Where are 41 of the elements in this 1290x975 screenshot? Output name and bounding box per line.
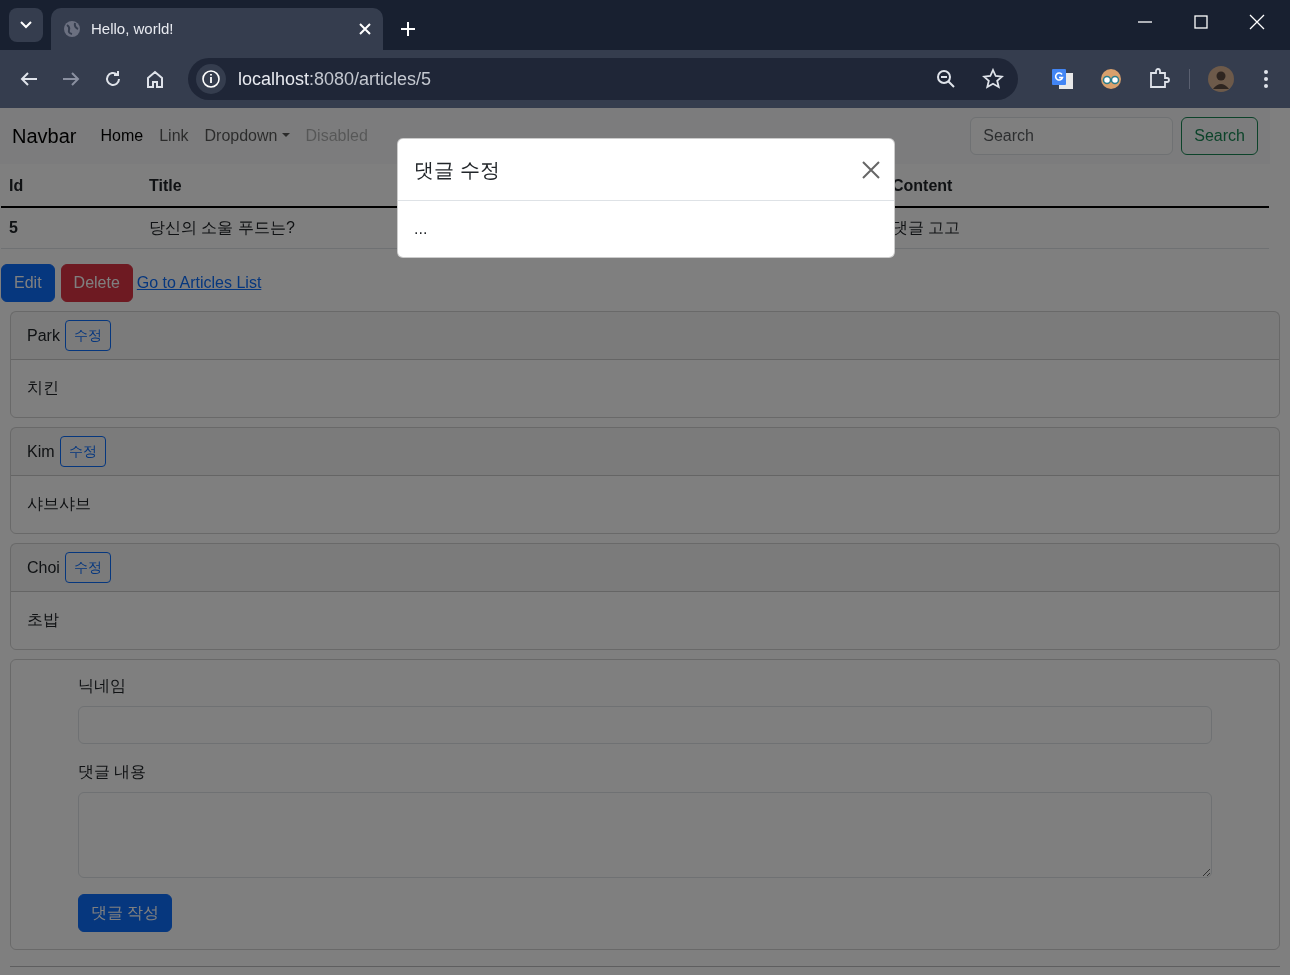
- comment-author: Kim: [27, 441, 55, 462]
- content-field[interactable]: [78, 792, 1212, 878]
- tab-list-button[interactable]: [9, 8, 43, 42]
- address-bar[interactable]: localhost:8080/articles/5: [188, 58, 1018, 100]
- zoom-out-icon[interactable]: [936, 69, 956, 89]
- nav-link[interactable]: Link: [151, 116, 197, 156]
- edit-comment-button[interactable]: 수정: [64, 552, 111, 583]
- info-icon: [196, 64, 226, 94]
- comment-author: Park: [27, 325, 60, 346]
- nickname-label: 닉네임: [78, 676, 126, 696]
- edit-comment-button[interactable]: 수정: [59, 436, 106, 467]
- dropdown-toggle[interactable]: Dropdown: [196, 116, 298, 156]
- translate-icon[interactable]: [1051, 67, 1075, 91]
- comment-text: 초밥: [27, 611, 59, 628]
- browser-tab[interactable]: Hello, world!: [51, 8, 383, 50]
- globe-icon: [63, 20, 81, 38]
- nav-link[interactable]: Home: [92, 116, 152, 156]
- close-modal-icon[interactable]: [862, 160, 880, 179]
- new-tab-icon[interactable]: [401, 22, 415, 36]
- submit-button[interactable]: 댓글 작성: [78, 894, 173, 932]
- tab-title: Hello, world!: [91, 18, 175, 39]
- column-header: Id: [1, 166, 141, 207]
- search-button[interactable]: Search: [1181, 117, 1258, 155]
- close-tab-icon[interactable]: [359, 23, 371, 35]
- glasses-icon[interactable]: [1099, 67, 1123, 91]
- edit-button[interactable]: Edit: [1, 264, 55, 302]
- edit-comment-button[interactable]: 수정: [64, 320, 111, 351]
- modal-body-text: ...: [414, 220, 428, 237]
- search-field[interactable]: Search: [970, 117, 1174, 155]
- comment-author: Choi: [27, 557, 60, 578]
- caret-icon: [20, 21, 32, 29]
- comment-text: 치킨: [27, 379, 59, 396]
- star-icon[interactable]: [982, 68, 1004, 90]
- extensions-icon[interactable]: [1147, 67, 1171, 91]
- comment-text: 샤브샤브: [27, 495, 91, 512]
- navbar-brand[interactable]: Navbar: [12, 116, 77, 156]
- articles-list-link[interactable]: Go to Articles List: [136, 271, 262, 295]
- url-text: localhost:8080/articles/5: [238, 67, 432, 91]
- delete-button[interactable]: Delete: [60, 264, 133, 302]
- table-cell: 5: [1, 207, 141, 249]
- content-label: 댓글 내용: [78, 762, 147, 782]
